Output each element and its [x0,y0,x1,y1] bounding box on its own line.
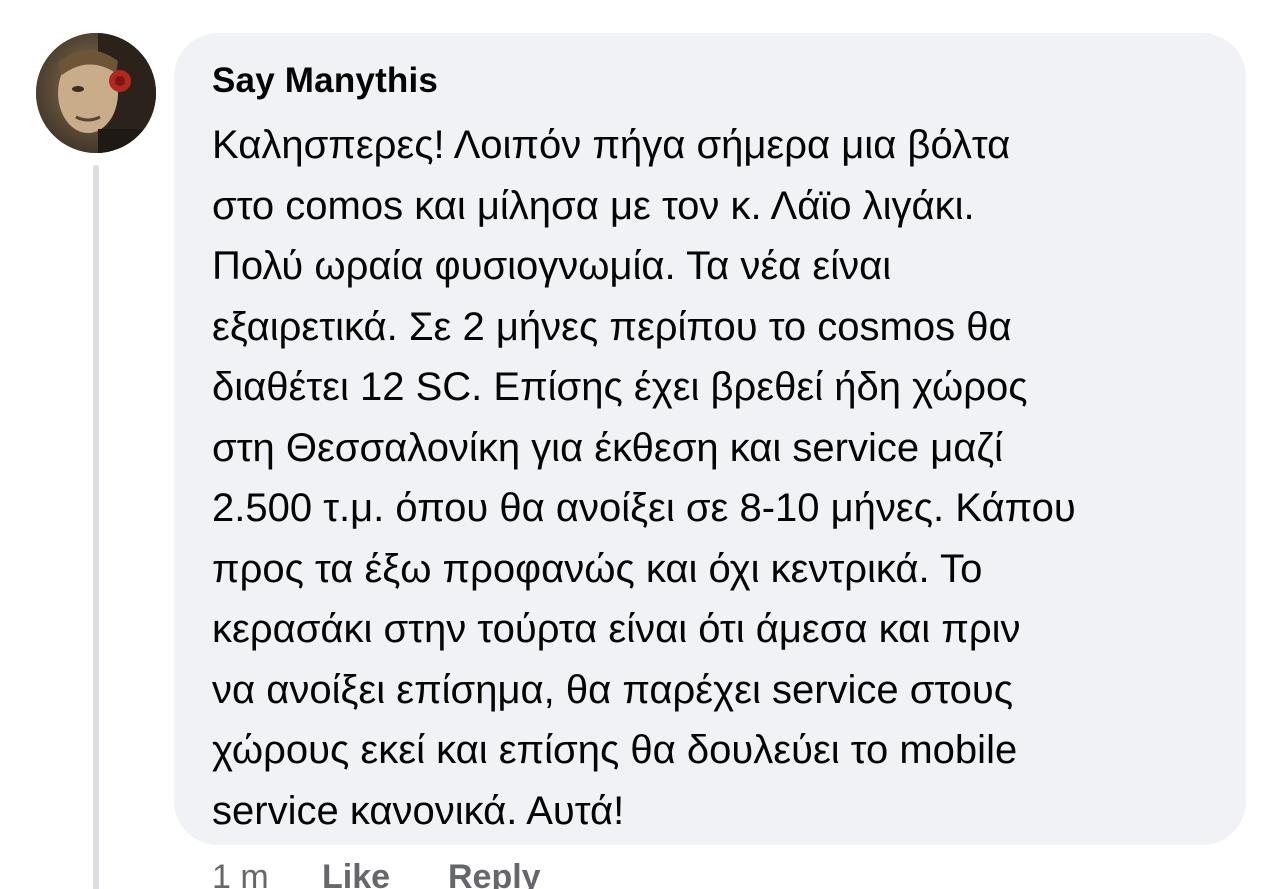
comment-text: Καλησπερες! Λοιπόν πήγα σήμερα μια βόλτα… [212,115,1232,841]
comment-line: διαθέτει 12 SC. Επίσης έχει βρεθεί ήδη χ… [212,365,1028,409]
comment-actions: 1 m Like Reply [212,858,541,889]
thread-line [93,165,99,889]
avatar[interactable] [36,33,156,153]
comment-line: στη Θεσσαλονίκη για έκθεση και service μ… [212,425,1003,470]
comment-line: χώρους εκεί και επίσης θα δουλεύει το mo… [212,728,1018,772]
comment-line: κερασάκι στην τούρτα είναι ότι άμεσα και… [212,607,1021,651]
comment-line: εξαιρετικά. Σε 2 μήνες περίπου το cosmos… [212,304,1012,349]
comment-line: να ανοίξει επίσημα, θα παρέχει service σ… [212,667,1014,712]
comment-line: προς τα έξω προφανώς και όχι κεντρικά. Τ… [212,546,983,591]
comment-screen: Say Manythis Καλησπερες! Λοιπόν πήγα σήμ… [0,0,1284,889]
author-name[interactable]: Say Manythis [212,57,1246,105]
comment-line: service κανονικά. Αυτά! [212,788,625,833]
comment-timestamp[interactable]: 1 m [212,858,322,889]
comment-line: 2.500 τ.μ. όπου θα ανοίξει σε 8-10 μήνες… [212,486,1076,530]
avatar-photo [36,33,156,153]
comment-bubble: Say Manythis Καλησπερες! Λοιπόν πήγα σήμ… [174,33,1246,845]
comment-line: Καλησπερες! Λοιπόν πήγα σήμερα μια βόλτα [212,123,1011,167]
like-button[interactable]: Like [322,858,448,889]
comment-line: Πολύ ωραία φυσιογνωμία. Τα νέα είναι [212,244,892,288]
reply-button[interactable]: Reply [448,858,541,889]
comment-line: στο comos και μίλησα με τον κ. Λάϊο λιγά… [212,183,975,228]
